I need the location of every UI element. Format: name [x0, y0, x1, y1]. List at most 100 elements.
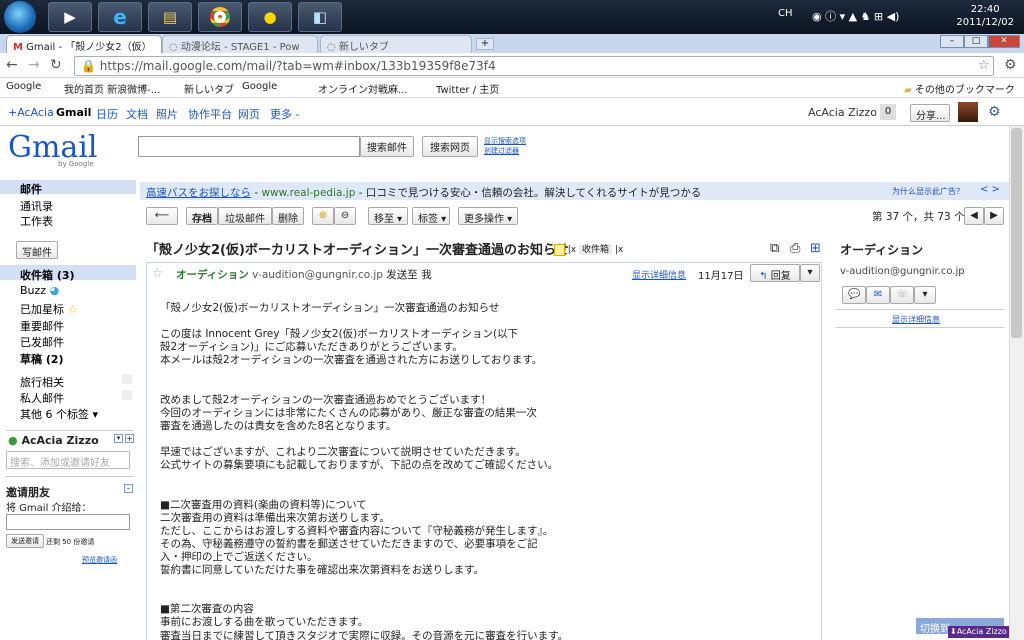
mark-unimportant-icon[interactable]: ⊖: [334, 207, 356, 225]
ad-why-link[interactable]: 为什么显示此广告？: [892, 186, 964, 197]
sidebar-more-labels[interactable]: 其他 6 个标签 ▾: [20, 406, 98, 422]
qq-icon[interactable]: ●: [248, 2, 292, 32]
address-bar[interactable]: 🔒 https://mail.google.com/mail/?tab=wm#i…: [74, 56, 994, 76]
next-email-button[interactable]: ▶: [984, 207, 1004, 225]
share-button[interactable]: 分享...: [910, 104, 950, 122]
ad-nav-arrows[interactable]: < >: [980, 184, 1000, 195]
chrome-icon[interactable]: [198, 2, 242, 32]
back-to-inbox-button[interactable]: ⟵: [146, 207, 178, 225]
email-tags[interactable]: |x 收件箱 |x: [554, 242, 623, 256]
invite-email-input[interactable]: [6, 514, 130, 530]
sidebar-label-private[interactable]: 私人邮件: [20, 390, 64, 406]
contact-details-link[interactable]: 显示详细信息: [892, 314, 940, 325]
expand-icon[interactable]: ⊞: [810, 241, 821, 256]
search-mail-button[interactable]: 搜索邮件: [360, 136, 414, 157]
wrench-icon[interactable]: ⚙: [1004, 57, 1017, 73]
sidebar-item-important[interactable]: 重要邮件: [20, 318, 64, 334]
sidebar-item-starred[interactable]: 已加星标 ☆: [20, 301, 77, 317]
sidebar-item-sent[interactable]: 已发邮件: [20, 334, 64, 350]
chat-status[interactable]: ● AcAcia Zizzo: [8, 434, 99, 447]
chat-options-icon[interactable]: ▾: [114, 434, 123, 443]
tab-new[interactable]: ◌ 新しいタブ: [320, 35, 472, 53]
label-color-swatch[interactable]: [122, 374, 132, 384]
print-icon[interactable]: ⎙: [790, 241, 800, 256]
search-input[interactable]: [138, 136, 360, 157]
sidebar-item-tasks[interactable]: 工作表: [20, 213, 53, 229]
collapse-icon[interactable]: –: [124, 484, 133, 493]
phone-icon[interactable]: ☏: [890, 286, 914, 304]
chat-window-tab[interactable]: ⬇AcAcia Zizzo: [948, 626, 1010, 638]
bookmark-item[interactable]: オンライン対戦麻...: [318, 81, 408, 96]
tab-gmail[interactable]: M Gmail - 「殻ノ少女2（仮）: [6, 35, 162, 53]
other-bookmarks[interactable]: ▰ その他のブックマーク: [904, 81, 1015, 96]
back-arrow-icon[interactable]: ←: [6, 57, 18, 73]
mail-icon[interactable]: ✉: [866, 286, 890, 304]
notification-count[interactable]: 0: [880, 104, 896, 120]
gear-icon[interactable]: ⚙: [988, 104, 1001, 120]
gbar-link[interactable]: 网页: [238, 106, 260, 122]
label-color-swatch[interactable]: [122, 390, 132, 400]
labels-button[interactable]: 标签 ▾: [412, 207, 450, 225]
spam-button[interactable]: 垃圾邮件: [218, 207, 272, 225]
delete-button[interactable]: 删除: [272, 207, 304, 225]
ie-icon[interactable]: e: [98, 2, 142, 32]
gbar-link[interactable]: 协作平台: [188, 106, 232, 122]
preview-invite-link[interactable]: 预览邀请函: [82, 555, 117, 565]
prev-email-button[interactable]: ◀: [964, 207, 984, 225]
minimize-button[interactable]: –: [940, 35, 964, 48]
system-clock[interactable]: 22:40 2011/12/02: [956, 3, 1014, 29]
new-tab-button[interactable]: +: [476, 38, 494, 50]
avatar[interactable]: [958, 102, 978, 122]
bookmark-item[interactable]: Twitter / 主页: [436, 81, 499, 96]
close-window-button[interactable]: ✕: [988, 35, 1020, 48]
explorer-icon[interactable]: ▤: [148, 2, 192, 32]
forward-arrow-icon[interactable]: →: [28, 57, 40, 73]
gbar-link[interactable]: 照片: [156, 106, 178, 122]
user-name[interactable]: AcAcia Zizzo: [808, 106, 877, 119]
bookmark-item[interactable]: 我的首页 新浪微博-...: [64, 81, 160, 96]
gbar-link[interactable]: 更多 -: [270, 106, 299, 122]
media-player-icon[interactable]: ▶: [48, 2, 92, 32]
sidebar-item-drafts[interactable]: 草稿 (2): [20, 351, 64, 367]
maximize-button[interactable]: □: [964, 35, 988, 48]
scrollbar-thumb[interactable]: [1011, 128, 1022, 338]
star-icon[interactable]: ☆: [978, 58, 990, 73]
tab-forum[interactable]: ◌ 动漫论坛 - STAGE1 - Pow: [162, 35, 318, 53]
sidebar-item-buzz[interactable]: Buzz ◕: [20, 284, 59, 297]
chat-search-input[interactable]: 搜索、添加或邀请好友: [6, 451, 130, 469]
search-web-button[interactable]: 搜索网页: [422, 136, 478, 157]
ime-indicator[interactable]: CH: [778, 8, 793, 19]
chat-icon[interactable]: 💬: [842, 286, 866, 304]
create-filter-link[interactable]: 创建过滤器: [484, 146, 519, 156]
mark-important-icon[interactable]: ⊕: [312, 207, 334, 225]
move-to-button[interactable]: 移至 ▾: [368, 207, 408, 225]
new-window-icon[interactable]: ⧉: [770, 241, 779, 256]
gbar-link[interactable]: +AcAcia: [8, 106, 54, 119]
sidebar-item-contacts[interactable]: 通讯录: [20, 198, 53, 214]
bookmark-item[interactable]: Google: [6, 81, 41, 92]
more-contact-actions[interactable]: ▾: [914, 286, 936, 304]
reply-options-button[interactable]: ▾: [800, 264, 820, 282]
gbar-link[interactable]: 日历: [96, 106, 118, 122]
sidebar-item-inbox[interactable]: 收件箱 (3): [20, 267, 75, 283]
notepad-icon[interactable]: ◧: [298, 2, 342, 32]
archive-button[interactable]: 存档: [186, 207, 218, 225]
gbar-link[interactable]: Gmail: [56, 106, 91, 119]
bookmark-item[interactable]: Google: [242, 81, 277, 92]
show-details-link[interactable]: 显示详细信息: [632, 268, 686, 281]
reply-button[interactable]: ↰ 回复: [750, 264, 800, 282]
search-options-link[interactable]: 显示搜索选项: [484, 136, 526, 146]
windows-orb-icon[interactable]: [4, 1, 36, 33]
ad-text[interactable]: 高速バスをお探しなら - www.real-pedia.jp - 口コミで見つけ…: [146, 185, 701, 200]
tray-icons[interactable]: ◉ ⓘ ▾ ▲ ♞ ⊞ ◀): [812, 8, 899, 24]
compose-button[interactable]: 写邮件: [16, 241, 58, 259]
send-invite-button[interactable]: 发送邀请: [6, 534, 44, 548]
sidebar-item-mail[interactable]: 邮件: [20, 181, 42, 197]
gbar-link[interactable]: 文档: [126, 106, 148, 122]
sidebar-label-travel[interactable]: 旅行相关: [20, 374, 64, 390]
star-icon[interactable]: ☆: [152, 266, 163, 280]
sender-line[interactable]: オーディション v-audition@gungnir.co.jp 发送至 我: [176, 267, 432, 282]
reload-icon[interactable]: ↻: [50, 57, 62, 73]
more-actions-button[interactable]: 更多操作 ▾: [458, 207, 518, 225]
bookmark-item[interactable]: 新しいタブ: [184, 81, 234, 96]
